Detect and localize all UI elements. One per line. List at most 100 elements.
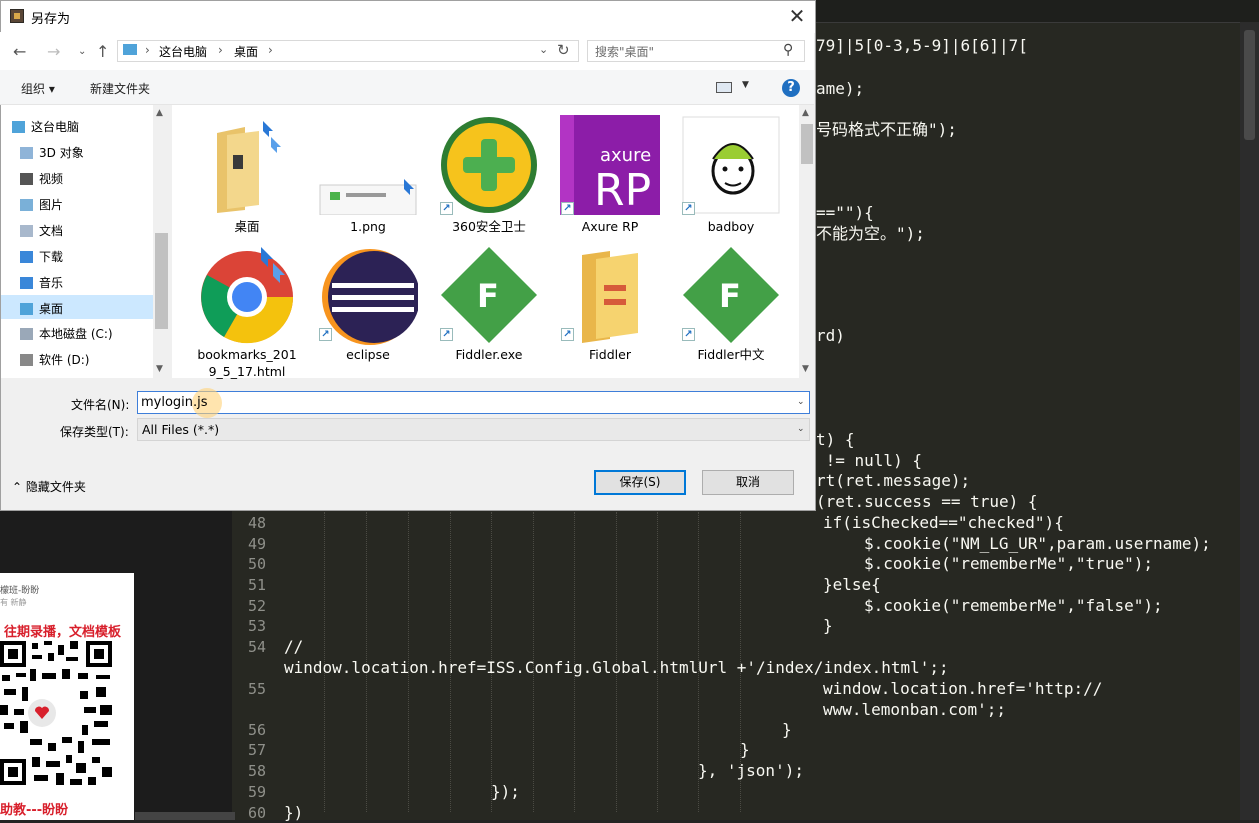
new-folder-button[interactable]: 新建文件夹 xyxy=(90,80,150,97)
code-line: $.cookie("NM_LG_UR",param.username); xyxy=(864,534,1211,553)
code-line: ==""){ xyxy=(816,203,874,222)
search-icon[interactable]: ⚲ xyxy=(783,42,793,58)
image-file-icon xyxy=(319,179,417,215)
qr-card-subtitle: 有 新静 xyxy=(0,598,27,607)
3d-objects-icon xyxy=(20,147,33,159)
navigation-pane-scrollbar-thumb[interactable] xyxy=(155,233,168,329)
scroll-down-icon[interactable]: ▼ xyxy=(802,364,809,374)
file-type-select[interactable] xyxy=(137,418,810,441)
svg-text:RP: RP xyxy=(594,165,651,215)
file-item[interactable]: 1.png xyxy=(313,110,423,240)
editor-scrollbar[interactable] xyxy=(1240,22,1259,820)
save-button[interactable]: 保存(S) xyxy=(594,470,686,495)
breadcrumb-desktop[interactable]: 桌面 xyxy=(234,43,258,60)
scroll-down-icon[interactable]: ▼ xyxy=(156,364,163,374)
shortcut-arrow-icon: ↗ xyxy=(561,328,574,341)
dialog-titlebar[interactable] xyxy=(1,1,815,33)
badboy-icon xyxy=(682,116,780,214)
editor-scrollbar-thumb[interactable] xyxy=(1244,30,1255,140)
view-options-icon[interactable] xyxy=(716,82,732,93)
code-line: if(isChecked=="checked"){ xyxy=(823,513,1064,532)
line-number: 59 xyxy=(247,783,266,801)
file-name: 360安全卫士 xyxy=(452,219,526,234)
search-placeholder: 搜索"桌面" xyxy=(595,45,655,59)
line-number: 58 xyxy=(247,762,266,780)
organize-button[interactable]: 组织 ▾ xyxy=(21,80,55,97)
forward-arrow-icon[interactable]: → xyxy=(47,42,60,61)
file-item[interactable]: axure RP ↗ Axure RP xyxy=(555,110,665,240)
chevron-up-icon: ⌃ xyxy=(12,480,23,494)
file-name: 桌面 xyxy=(234,219,260,234)
file-type-label: 保存类型(T): xyxy=(60,425,129,439)
file-item[interactable]: F ↗ Fiddler中文 xyxy=(676,240,786,370)
back-arrow-icon[interactable]: ← xyxy=(13,42,26,61)
sidebar-item[interactable]: 下载 xyxy=(20,245,150,269)
file-name-label: 文件名(N): xyxy=(71,398,130,412)
breadcrumb-chevron-icon[interactable]: › xyxy=(268,43,273,57)
file-name: bookmarks_201 9_5_17.html xyxy=(197,347,297,379)
code-line: != null) { xyxy=(816,451,922,470)
view-dropdown-icon[interactable]: ▼ xyxy=(742,80,749,90)
file-item[interactable]: 桌面 xyxy=(192,110,302,240)
sidebar-item[interactable]: 这台电脑 xyxy=(12,115,142,139)
sidebar-item[interactable]: 3D 对象 xyxy=(20,141,150,165)
qr-card-red-text: 往期录播，文档模板 xyxy=(4,625,122,640)
qr-card-title: 檬班-盼盼 xyxy=(0,586,40,596)
sidebar-item[interactable]: 图片 xyxy=(20,193,150,217)
qr-code-image xyxy=(0,639,114,789)
scroll-up-icon[interactable]: ▲ xyxy=(802,108,809,118)
code-line: }) xyxy=(284,803,304,822)
address-dropdown-icon[interactable]: ⌄ xyxy=(539,43,548,56)
sidebar-item[interactable]: 音乐 xyxy=(20,271,150,295)
line-number: 60 xyxy=(247,804,266,822)
file-item[interactable]: ↗ Fiddler xyxy=(555,240,665,370)
sidebar-item[interactable]: 视频 xyxy=(20,167,150,191)
sidebar-item[interactable]: 本地磁盘 (C:) xyxy=(20,322,150,346)
hide-folders-toggle[interactable]: ⌃ 隐藏文件夹 xyxy=(12,478,86,495)
file-name-input[interactable] xyxy=(137,391,810,414)
code-line: window.location.href=ISS.Config.Global.h… xyxy=(284,658,949,677)
line-number: 52 xyxy=(247,597,266,615)
file-list-scrollbar-thumb[interactable] xyxy=(801,124,813,164)
music-icon xyxy=(20,277,33,289)
code-line: $.cookie("rememberMe","false"); xyxy=(864,596,1163,615)
file-item[interactable]: F ↗ Fiddler.exe xyxy=(434,240,544,370)
breadcrumb-chevron-icon[interactable]: › xyxy=(218,43,223,57)
scroll-up-icon[interactable]: ▲ xyxy=(156,108,163,118)
file-type-dropdown-icon[interactable]: ⌄ xyxy=(797,424,805,434)
close-icon: ✕ xyxy=(788,4,806,28)
desktop-icon xyxy=(20,303,33,315)
360-security-icon xyxy=(441,117,537,213)
file-name-value[interactable]: mylogin.js xyxy=(141,395,208,410)
close-button[interactable]: ✕ xyxy=(780,4,814,28)
code-line: ame); xyxy=(816,79,865,98)
line-number: 56 xyxy=(247,721,266,739)
help-icon[interactable]: ? xyxy=(782,79,800,97)
refresh-icon[interactable]: ↻ xyxy=(557,41,570,59)
breadcrumb-this-pc[interactable]: 这台电脑 xyxy=(159,43,207,60)
editor-horizontal-scrollbar[interactable] xyxy=(135,812,235,820)
file-name-dropdown-icon[interactable]: ⌄ xyxy=(797,397,805,407)
code-line: (ret.success == true) { xyxy=(816,492,1038,511)
sidebar-item-label: 下载 xyxy=(39,250,64,264)
axure-rp-icon: axure RP xyxy=(560,115,660,215)
recent-locations-chevron-icon[interactable]: ⌄ xyxy=(78,46,86,57)
cancel-button[interactable]: 取消 xyxy=(702,470,794,495)
breadcrumb-chevron-icon[interactable]: › xyxy=(145,43,150,57)
file-item[interactable]: ↗ eclipse xyxy=(313,240,423,370)
line-number: 57 xyxy=(247,741,266,759)
file-item[interactable]: bookmarks_201 9_5_17.html xyxy=(192,240,302,379)
file-item[interactable]: ↗ 360安全卫士 xyxy=(434,110,544,240)
file-name: eclipse xyxy=(346,347,390,362)
sidebar-item[interactable]: 文档 xyxy=(20,219,150,243)
sidebar-item[interactable]: 桌面 xyxy=(20,297,150,321)
up-arrow-icon[interactable]: ↑ xyxy=(96,42,109,61)
sidebar-item[interactable]: 软件 (D:) xyxy=(20,348,150,372)
sidebar-item-label: 3D 对象 xyxy=(39,146,84,160)
code-line: window.location.href='http:// xyxy=(823,679,1103,698)
file-name: 1.png xyxy=(350,219,386,234)
fiddler-icon: F xyxy=(683,247,779,343)
file-item[interactable]: ↗ badboy xyxy=(676,110,786,240)
code-line: } xyxy=(740,740,750,759)
code-line: }, 'json'); xyxy=(698,761,804,780)
